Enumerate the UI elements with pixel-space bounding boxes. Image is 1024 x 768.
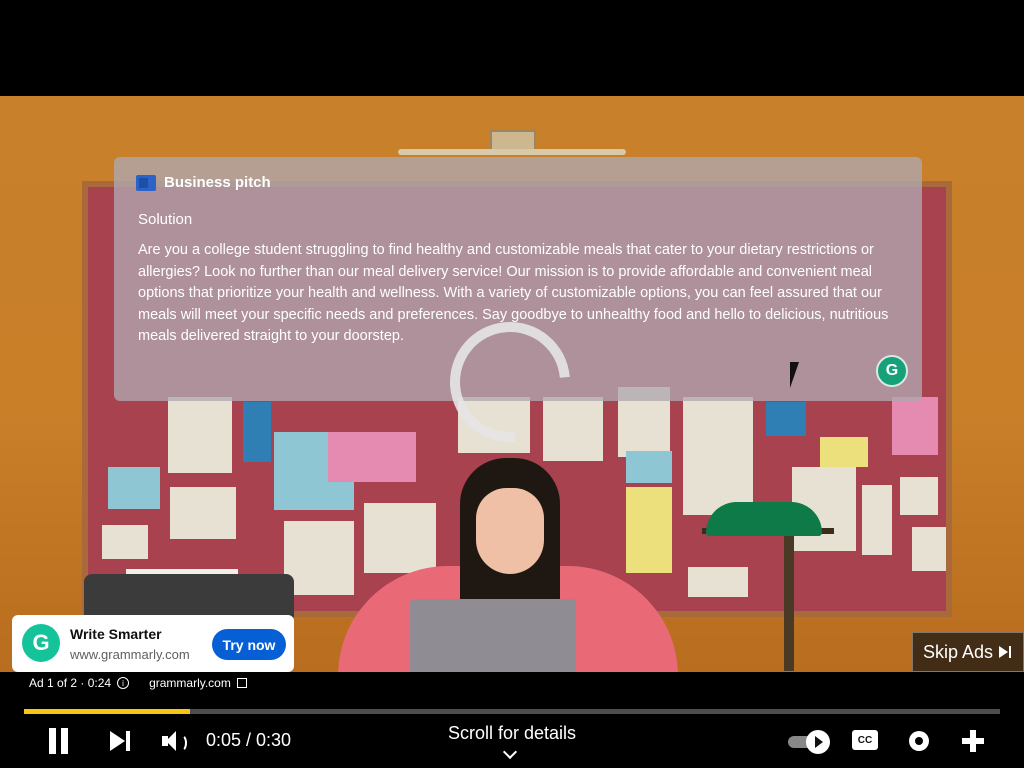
video-player: Business pitch Solution Are you a colleg… (0, 0, 1024, 768)
progress-bar[interactable] (24, 709, 1000, 714)
document-title: Business pitch (164, 174, 271, 191)
info-icon[interactable]: i (117, 677, 130, 689)
chevron-down-icon[interactable] (502, 744, 518, 760)
ad-domain[interactable]: www.grammarly.com (70, 647, 190, 662)
document-header: Business pitch (136, 174, 271, 191)
word-icon (136, 174, 156, 191)
player-controls: 0:05 / 0:30 Scroll for details CC (0, 720, 1024, 768)
ad-title[interactable]: Write Smarter (70, 626, 162, 642)
grammarly-icon: G (876, 355, 908, 387)
scroll-for-details[interactable]: Scroll for details (412, 723, 612, 744)
desk-lamp-shade (706, 502, 822, 536)
grammarly-logo-icon[interactable]: G (22, 624, 60, 662)
progress-fill (24, 709, 190, 714)
gear-icon (909, 731, 929, 751)
external-link-icon[interactable] (236, 678, 247, 688)
advertiser-link[interactable]: grammarly.com (149, 676, 231, 690)
time-display: 0:05 / 0:30 (206, 730, 292, 750)
autoplay-toggle[interactable] (788, 730, 830, 754)
captions-button[interactable]: CC (852, 730, 878, 750)
typewriter (84, 574, 294, 618)
wall-lamp-bar (398, 149, 626, 155)
mouse-cursor (790, 362, 808, 388)
settings-button[interactable] (906, 728, 932, 754)
ad-info: Ad 1 of 2 · 0:24 i grammarly.com (29, 676, 247, 690)
ad-counter: Ad 1 of 2 · 0:24 (29, 676, 112, 690)
laptop (410, 599, 576, 672)
desk-lamp-stand (784, 536, 794, 671)
try-now-button[interactable]: Try now (212, 629, 286, 660)
ad-card[interactable]: G Write Smarter www.grammarly.com Try no… (12, 615, 294, 672)
exit-fullscreen-button[interactable] (960, 728, 986, 754)
volume-button[interactable] (158, 729, 188, 753)
skip-ads-label: Skip Ads (922, 641, 994, 662)
pause-button[interactable] (46, 728, 72, 754)
document-heading: Solution (138, 211, 193, 228)
skip-next-icon (999, 645, 1013, 659)
skip-ads-button[interactable]: Skip Ads (912, 632, 1024, 672)
play-icon (806, 730, 830, 754)
person-face (476, 488, 544, 574)
next-button[interactable] (108, 729, 132, 753)
